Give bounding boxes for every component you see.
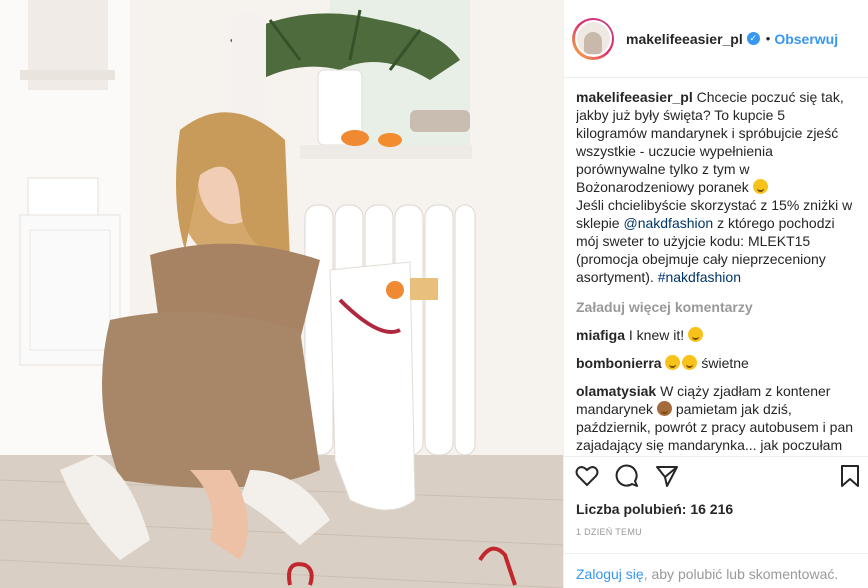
login-prompt: Zaloguj się, aby polubić lub skomentować… <box>564 553 868 588</box>
monkey-emoji-icon <box>656 401 672 416</box>
post-details-panel: makelifeeasier_pl ✓ • Obserwuj makelifee… <box>563 0 868 588</box>
laughing-emoji-icon <box>665 355 681 370</box>
comments-list[interactable]: makelifeeasier_pl Chcecie poczuć się tak… <box>576 88 858 456</box>
post-header: makelifeeasier_pl ✓ • Obserwuj <box>564 0 868 78</box>
action-icons <box>574 463 680 489</box>
likes-count[interactable]: Liczba polubień: 16 216 <box>576 501 733 517</box>
grinning-emoji-icon <box>752 179 768 194</box>
avatar[interactable] <box>572 17 614 60</box>
post-caption: makelifeeasier_pl Chcecie poczuć się tak… <box>576 88 858 286</box>
verified-badge-icon: ✓ <box>746 32 760 45</box>
follow-button[interactable]: Obserwuj <box>774 31 838 47</box>
caption-mention-link[interactable]: @nakdfashion <box>623 215 713 231</box>
caption-hashtag-link[interactable]: #nakdfashion <box>658 269 741 285</box>
heart-icon[interactable] <box>574 463 600 489</box>
caption-username[interactable]: makelifeeasier_pl <box>576 89 693 105</box>
laughing-emoji-icon <box>682 355 698 370</box>
comment-username[interactable]: miafiga <box>576 327 625 343</box>
comment-item: bombonierra świetne <box>576 354 858 372</box>
smiling-emoji-icon <box>688 327 704 342</box>
username-link[interactable]: makelifeeasier_pl <box>626 31 743 47</box>
post-photo[interactable] <box>0 0 563 588</box>
bookmark-icon[interactable] <box>837 463 863 489</box>
share-icon[interactable] <box>654 463 680 489</box>
separator-dot: • <box>765 31 771 46</box>
comment-username[interactable]: olamatysiak <box>576 383 656 399</box>
load-more-comments-button[interactable]: Załaduj więcej komentarzy <box>576 298 858 316</box>
comment-icon[interactable] <box>614 463 640 489</box>
comment-text: świetne <box>701 355 749 371</box>
login-prompt-text: , aby polubić lub skomentować. <box>643 566 839 582</box>
photo-illustration <box>0 0 563 588</box>
avatar-image <box>574 20 612 57</box>
login-link[interactable]: Zaloguj się <box>576 566 644 582</box>
comment-item: miafiga I knew it! <box>576 326 858 344</box>
comment-username[interactable]: bombonierra <box>576 355 662 371</box>
comment-text: I knew it! <box>628 327 685 343</box>
post-actions: Liczba polubień: 16 216 1 DZIEŃ TEMU Zal… <box>564 456 868 588</box>
comment-item: olamatysiak W ciąży zjadłam z kontener m… <box>576 382 858 456</box>
post-date[interactable]: 1 DZIEŃ TEMU <box>576 527 642 537</box>
